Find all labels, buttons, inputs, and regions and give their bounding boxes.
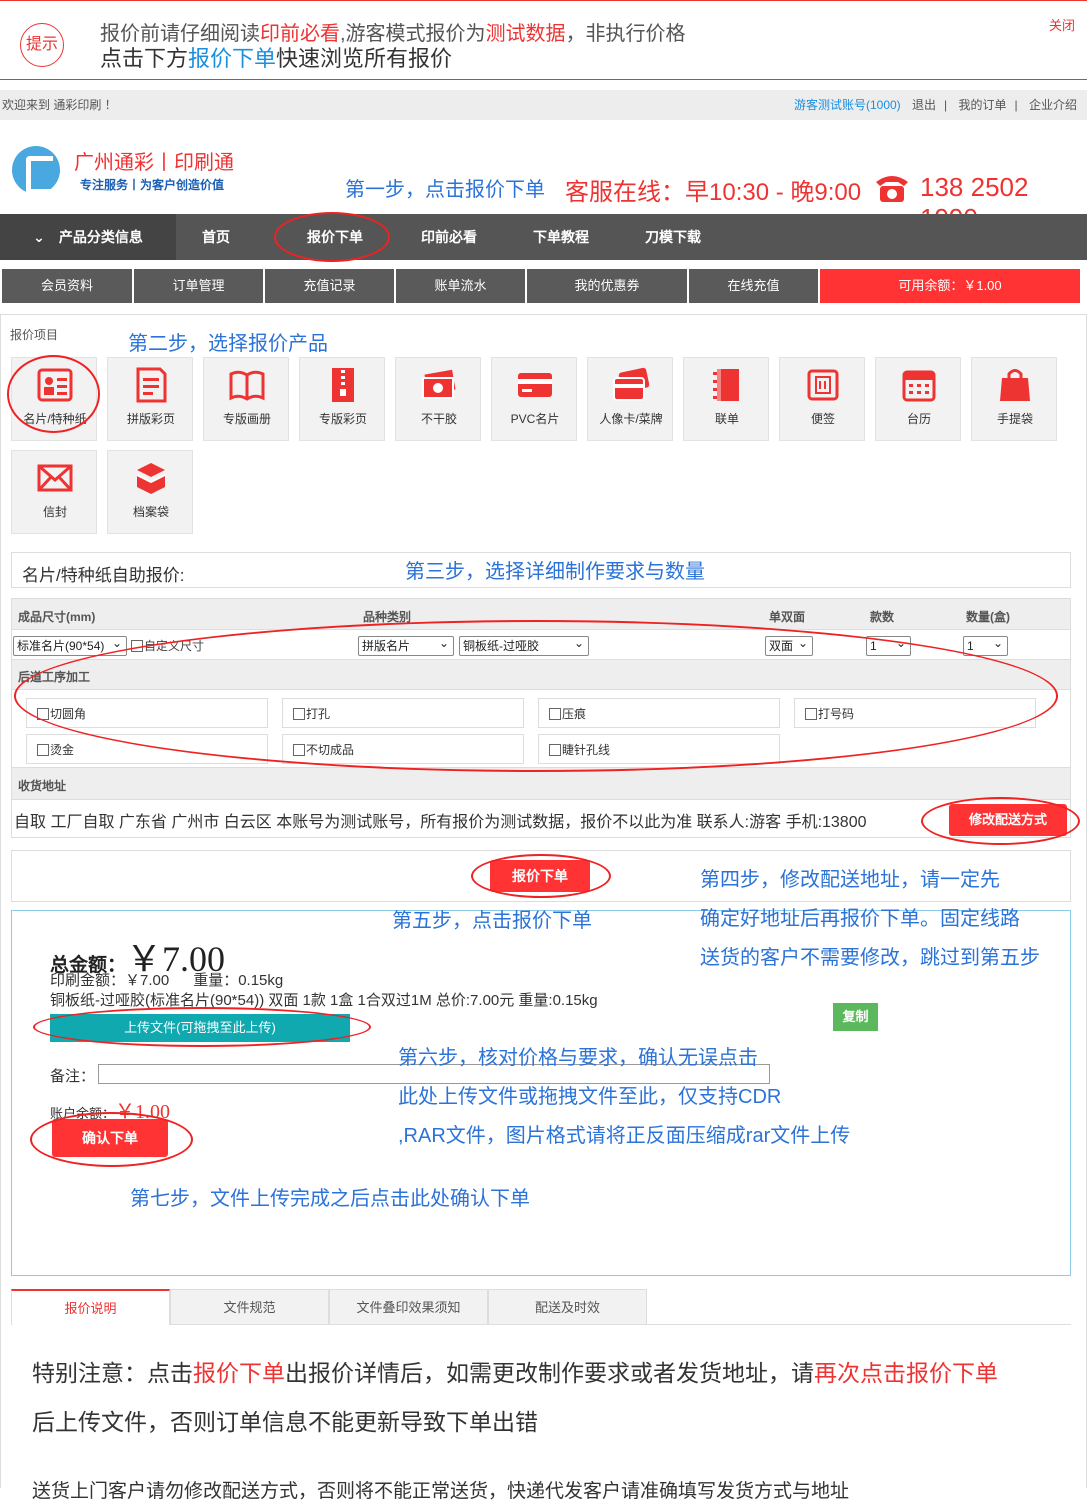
credit-card-icon bbox=[518, 373, 552, 397]
nav-prepress[interactable]: 印前必看 bbox=[404, 214, 494, 260]
chevron-down-icon: ⌄ bbox=[33, 229, 45, 245]
highlight-ring-shipping bbox=[921, 797, 1080, 845]
annotation-step-4-line-2: 确定好地址后再报价下单。固定线路 bbox=[700, 908, 1020, 930]
shipping-address: 自取 工厂自取 广东省 广州市 白云区 本账号为测试账号，所有报价为测试数据，报… bbox=[14, 814, 867, 831]
nav-home[interactable]: 首页 bbox=[176, 214, 256, 260]
notice-line-2: 点击下方报价下单快速浏览所有报价 bbox=[100, 46, 453, 71]
highlight-ring-confirm bbox=[30, 1112, 193, 1167]
product-album[interactable]: 专版画册 bbox=[203, 357, 289, 441]
phone-icon bbox=[876, 176, 908, 202]
highlight-ring-quote-button bbox=[471, 854, 611, 898]
account-link[interactable]: 游客测试账号(1000) bbox=[794, 98, 901, 112]
product-sticker[interactable]: 不干胶 bbox=[395, 357, 481, 441]
product-envelope[interactable]: 信封 bbox=[11, 450, 97, 534]
product-tote-bag[interactable]: 手提袋 bbox=[971, 357, 1057, 441]
brand-slogan: 专注服务丨为客户创造价值 bbox=[80, 178, 225, 192]
open-book-icon bbox=[229, 370, 265, 401]
highlight-ring-upload bbox=[33, 1007, 371, 1047]
annotation-step-2: 第二步，选择报价产品 bbox=[128, 333, 328, 355]
top-bar: 欢迎来到 通彩印刷 ！ 游客测试账号(1000) 退出 | 我的订单 | 企业介绍 bbox=[0, 90, 1087, 120]
annotation-step-5: 第五步，点击报价下单 bbox=[392, 910, 592, 932]
welcome-text: 欢迎来到 通彩印刷 ！ bbox=[2, 98, 117, 112]
annotation-step-6-line-1: 第六步，核对价格与要求，确认无误点击 bbox=[398, 1047, 758, 1069]
brand-logo-icon[interactable] bbox=[12, 146, 60, 194]
remark-label: 备注： bbox=[50, 1068, 96, 1085]
highlight-ring-product bbox=[7, 355, 100, 433]
subnav-recharge-history[interactable]: 充值记录 bbox=[265, 269, 394, 303]
annotation-step-3: 第三步，选择详细制作要求与数量 bbox=[405, 561, 705, 583]
receipt-icon bbox=[713, 369, 739, 401]
logout-link[interactable]: 退出 bbox=[912, 98, 936, 112]
service-hours: 客服在线：早10:30 - 晚9:00 bbox=[565, 179, 862, 206]
envelope-icon bbox=[37, 464, 73, 492]
folder-zip-icon bbox=[332, 368, 354, 402]
address-row: 自取 工厂自取 广东省 广州市 白云区 本账号为测试账号，所有报价为测试数据，报… bbox=[11, 800, 1071, 838]
annotation-step-1: 第一步，点击报价下单 bbox=[345, 179, 545, 201]
about-link[interactable]: 企业介绍 bbox=[1029, 98, 1077, 112]
nav-tutorial[interactable]: 下单教程 bbox=[516, 214, 606, 260]
money-icon bbox=[422, 369, 456, 399]
products-label: 报价项目 bbox=[10, 328, 59, 342]
product-id-card[interactable]: 人像卡/菜牌 bbox=[587, 357, 673, 441]
form-title: 名片/特种纸自助报价: bbox=[22, 566, 185, 585]
tab-overprint[interactable]: 文件叠印效果须知 bbox=[329, 1289, 488, 1325]
notice-banner: 提示 报价前请仔细阅读印前必看,游客模式报价为测试数据，非执行价格 点击下方报价… bbox=[0, 0, 1087, 80]
brand-name: 广州通彩丨印刷通 bbox=[74, 152, 234, 174]
main-nav: ⌄ 产品分类信息 首页 报价下单 印前必看 下单教程 刀模下载 bbox=[0, 214, 1087, 260]
my-orders-link[interactable]: 我的订单 bbox=[959, 98, 1007, 112]
product-file-bag[interactable]: 档案袋 bbox=[107, 450, 193, 534]
member-nav: 会员资料 订单管理 充值记录 账单流水 我的优惠券 在线充值 可用余额：￥1.0… bbox=[0, 269, 1087, 303]
address-header: 收货地址 bbox=[11, 768, 1071, 800]
annotation-step-4-line-1: 第四步，修改配送地址，请一定先 bbox=[700, 869, 1000, 891]
available-balance: 可用余额：￥1.00 bbox=[820, 269, 1080, 303]
product-notepad[interactable]: 便签 bbox=[779, 357, 865, 441]
product-flyer[interactable]: 拼版彩页 bbox=[107, 357, 193, 441]
note-paragraph-1: 特别注意：点击报价下单出报价详情后，如需更改制作要求或者发货地址，请再次点击报价… bbox=[32, 1360, 998, 1386]
annotation-step-7: 第七步，文件上传完成之后点击此处确认下单 bbox=[130, 1188, 530, 1210]
close-link[interactable]: 关闭 bbox=[1049, 15, 1075, 34]
annotation-step-4-line-3: 送货的客户不需要修改，跳过到第五步 bbox=[700, 947, 1040, 969]
subnav-ledger[interactable]: 账单流水 bbox=[396, 269, 525, 303]
annotation-step-6-line-2: 此处上传文件或拖拽文件至此，仅支持CDR bbox=[398, 1086, 782, 1108]
note-paragraph-3: 送货上门客户请勿修改配送方式，否则将不能正常送货，快递代发客户请准确填写发货方式… bbox=[32, 1481, 850, 1502]
tab-file-spec[interactable]: 文件规范 bbox=[170, 1289, 329, 1325]
tab-delivery[interactable]: 配送及时效 bbox=[488, 1289, 647, 1325]
nav-die-download[interactable]: 刀模下载 bbox=[628, 214, 718, 260]
shopping-bag-icon bbox=[1000, 369, 1030, 401]
order-detail: 铜板纸-过哑胶(标准名片(90*54)) 双面 1款 1盒 1合双过1M 总价:… bbox=[50, 992, 598, 1009]
tab-quote-notes[interactable]: 报价说明 bbox=[11, 1289, 170, 1325]
cards-icon bbox=[613, 367, 650, 401]
product-special-page[interactable]: 专版彩页 bbox=[299, 357, 385, 441]
highlight-ring-nav-quote bbox=[274, 212, 390, 262]
calendar-icon bbox=[902, 370, 936, 402]
copy-button[interactable]: 复制 bbox=[833, 1003, 878, 1031]
price-summary: 印刷金额：￥7.00 重量：0.15kg bbox=[50, 972, 284, 989]
flyer-icon bbox=[136, 367, 167, 403]
highlight-ring-spec bbox=[14, 620, 1058, 772]
subnav-online-recharge[interactable]: 在线充值 bbox=[689, 269, 818, 303]
annotation-step-6-line-3: ,RAR文件，图片格式请将正反面压缩成rar文件上传 bbox=[398, 1125, 851, 1147]
box-icon bbox=[136, 463, 166, 494]
subnav-orders[interactable]: 订单管理 bbox=[134, 269, 263, 303]
product-pvc-card[interactable]: PVC名片 bbox=[491, 357, 577, 441]
subnav-coupons[interactable]: 我的优惠券 bbox=[527, 269, 687, 303]
subnav-profile[interactable]: 会员资料 bbox=[2, 269, 132, 303]
notepad-icon bbox=[807, 369, 839, 401]
note-paragraph-2: 后上传文件，否则订单信息不能更新导致下单出错 bbox=[32, 1409, 538, 1435]
nav-category[interactable]: ⌄ 产品分类信息 bbox=[0, 214, 176, 260]
product-calendar[interactable]: 台历 bbox=[875, 357, 961, 441]
info-tabs: 报价说明 文件规范 文件叠印效果须知 配送及时效 bbox=[11, 1289, 1071, 1325]
product-multipart-form[interactable]: 联单 bbox=[683, 357, 769, 441]
tip-badge: 提示 bbox=[20, 23, 64, 67]
